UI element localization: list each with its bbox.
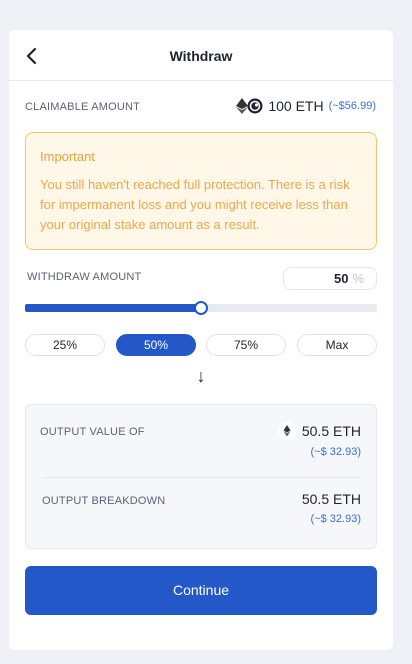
preset-75-button[interactable]: 75% <box>206 334 286 356</box>
eth-icon <box>277 422 296 440</box>
continue-button[interactable]: Continue <box>25 566 377 615</box>
preset-max-button[interactable]: Max <box>297 334 377 356</box>
warning-title: Important <box>40 149 95 164</box>
preset-25-button[interactable]: 25% <box>25 334 105 356</box>
output-breakdown: 50.5 ETH (~$ 32.93) <box>302 491 361 525</box>
warning-body: You still haven't reached full protectio… <box>40 177 350 232</box>
claimable-eth: 100 ETH <box>268 98 324 114</box>
percent-unit: % <box>352 271 364 286</box>
header: Withdraw <box>9 30 393 81</box>
slider-fill <box>25 304 201 312</box>
impermanent-loss-warning: Important You still haven't reached full… <box>25 132 377 250</box>
arrow-down-icon: ↓ <box>196 366 206 386</box>
output-breakdown-usd: (~$ 32.93) <box>310 513 361 525</box>
output-breakdown-label: OUTPUT BREAKDOWN <box>42 495 166 507</box>
claimable-amount-value: 100 ETH (~$56.99) <box>236 98 376 114</box>
output-divider <box>42 477 360 478</box>
preset-50-button[interactable]: 50% <box>116 334 196 356</box>
page-title: Withdraw <box>169 48 233 64</box>
withdraw-amount-label: WITHDRAW AMOUNT <box>27 271 142 283</box>
withdraw-percent-input[interactable]: 50% <box>283 267 377 290</box>
claimable-usd: (~$56.99) <box>328 100 376 112</box>
output-value-amount: 50.5 ETH <box>301 423 361 439</box>
withdraw-card: Withdraw CLAIMABLE AMOUNT 100 ETH (~$56.… <box>9 30 393 650</box>
withdraw-percent-value: 50 <box>333 271 349 286</box>
withdraw-slider[interactable] <box>25 301 377 315</box>
output-value-usd: (~$ 32.93) <box>310 446 361 458</box>
output-panel: OUTPUT VALUE OF 50.5 ETH (~$ 32.93) OUTP… <box>25 404 377 549</box>
output-value: 50.5 ETH (~$ 32.93) <box>277 422 361 458</box>
output-value-label: OUTPUT VALUE OF <box>40 426 145 438</box>
claimable-amount-label: CLAIMABLE AMOUNT <box>25 101 141 113</box>
token-icons <box>236 98 263 114</box>
preset-buttons: 25% 50% 75% Max <box>25 334 377 356</box>
output-breakdown-amount: 50.5 ETH <box>301 491 361 507</box>
bancor-icon <box>247 98 263 114</box>
slider-thumb[interactable] <box>194 301 208 315</box>
